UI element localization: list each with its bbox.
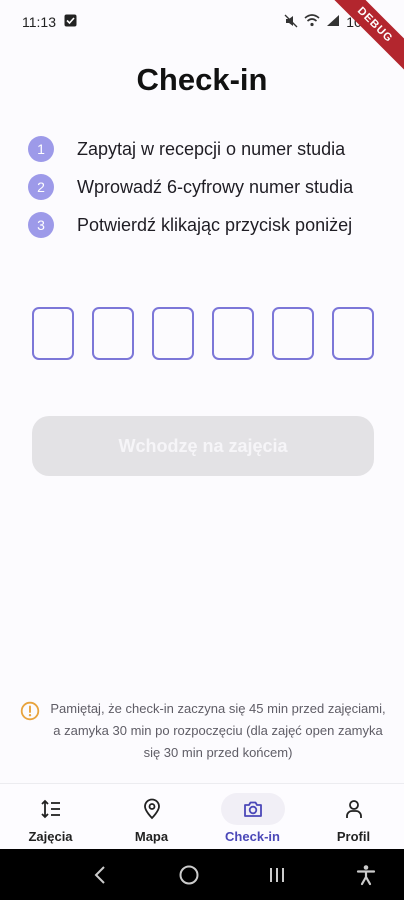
recent-apps-icon[interactable]	[257, 855, 297, 895]
code-digit-6[interactable]	[332, 307, 374, 360]
code-digit-3[interactable]	[152, 307, 194, 360]
notification-icon	[64, 14, 77, 30]
code-digit-4[interactable]	[212, 307, 254, 360]
nav-label: Profil	[336, 829, 371, 844]
nav-label: Mapa	[134, 829, 169, 844]
step-number: 3	[28, 212, 54, 238]
status-time: 11:13	[22, 14, 56, 30]
wifi-icon	[304, 14, 320, 30]
step-item: 1 Zapytaj w recepcji o numer studia	[28, 130, 388, 168]
camera-icon	[220, 793, 285, 825]
step-text: Potwierdź klikając przycisk poniżej	[77, 214, 353, 235]
nav-item-zajecia[interactable]: Zajęcia	[0, 784, 101, 849]
system-navigation-bar	[0, 849, 404, 900]
checkin-submit-button[interactable]: Wchodzę na zajęcia	[32, 416, 374, 476]
studio-code-input[interactable]	[32, 307, 374, 360]
nav-item-check-in[interactable]: Check-in	[202, 784, 303, 849]
note-text: Pamiętaj, że check-in zaczyna się 45 min…	[50, 701, 386, 760]
step-number: 2	[28, 174, 54, 200]
step-item: 2 Wprowadź 6-cyfrowy numer studia	[28, 168, 388, 206]
warning-icon	[20, 701, 40, 721]
code-digit-1[interactable]	[32, 307, 74, 360]
back-icon[interactable]	[80, 855, 120, 895]
nav-item-mapa[interactable]: Mapa	[101, 784, 202, 849]
mute-icon	[284, 14, 298, 31]
step-text: Wprowadź 6-cyfrowy numer studia	[77, 176, 354, 197]
nav-item-profil[interactable]: Profil	[303, 784, 404, 849]
nav-label: Check-in	[225, 829, 280, 844]
checkin-time-note: Pamiętaj, że check-in zaczyna się 45 min…	[20, 698, 390, 764]
code-digit-5[interactable]	[272, 307, 314, 360]
instruction-steps: 1 Zapytaj w recepcji o numer studia 2 Wp…	[28, 130, 388, 244]
nav-label: Zajęcia	[28, 829, 73, 844]
map-pin-icon	[120, 793, 184, 825]
step-number: 1	[28, 136, 54, 162]
step-text: Zapytaj w recepcji o numer studia	[77, 138, 346, 159]
bottom-navigation: Zajęcia Mapa Check-in Profil	[0, 783, 404, 849]
sort-list-icon	[19, 793, 83, 825]
home-icon[interactable]	[169, 855, 209, 895]
accessibility-icon[interactable]	[346, 855, 386, 895]
person-icon	[322, 793, 386, 825]
code-digit-2[interactable]	[92, 307, 134, 360]
step-item: 3 Potwierdź klikając przycisk poniżej	[28, 206, 388, 244]
page-title: Check-in	[136, 62, 268, 97]
signal-icon	[326, 14, 340, 30]
